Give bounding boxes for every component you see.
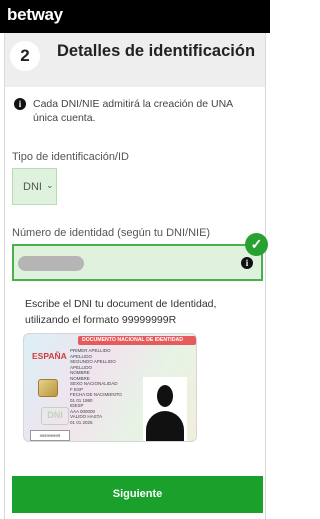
card-photo xyxy=(143,377,187,441)
card-band-text: DOCUMENTO NACIONAL DE IDENTIDAD xyxy=(82,337,183,343)
id-type-select[interactable]: DNI ⌄ xyxy=(12,168,57,205)
person-icon xyxy=(157,385,173,407)
next-button[interactable]: Siguiente xyxy=(12,476,263,513)
step-title: Detalles de identificación xyxy=(56,42,256,60)
top-bar: betway xyxy=(0,0,270,33)
id-type-selected: DNI xyxy=(23,181,42,193)
info-icon[interactable]: i xyxy=(241,257,253,269)
check-icon: ✓ xyxy=(245,233,268,256)
info-text: Cada DNI/NIE admitirá la creación de UNA… xyxy=(33,98,233,124)
chevron-down-icon: ⌄ xyxy=(46,180,54,190)
masked-id-value xyxy=(18,256,84,271)
id-card-example-image: DOCUMENTO NACIONAL DE IDENTIDAD ESPAÑA D… xyxy=(23,333,197,442)
card-fields: PRIMER APELLIDO APELLIDO SEGUNDO APELLID… xyxy=(70,348,122,425)
info-icon: i xyxy=(14,98,26,110)
chip-icon xyxy=(38,379,58,397)
step-number-badge: 2 xyxy=(10,41,40,71)
card-dni-mark: DNI xyxy=(41,407,69,425)
card-country: ESPAÑA xyxy=(32,351,67,361)
id-type-label: Tipo de identificación/ID xyxy=(12,151,129,163)
id-format-help: Escribe el DNI tu document de Identidad,… xyxy=(25,298,217,326)
card-number: 99999999R xyxy=(30,430,70,441)
betway-logo[interactable]: betway xyxy=(7,5,63,25)
id-number-label: Número de identidad (según tu DNI/NIE) xyxy=(12,227,211,239)
